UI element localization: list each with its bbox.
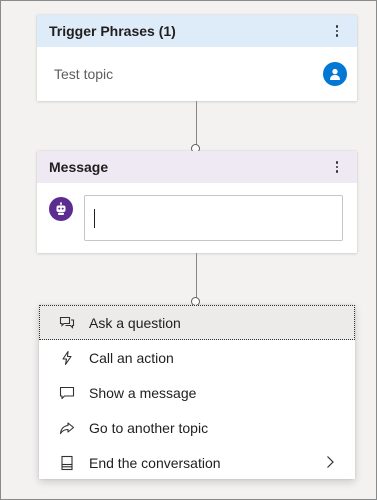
authoring-canvas: Trigger Phrases (1) Test topic Message A… — [0, 0, 377, 500]
question-chat-icon — [59, 315, 75, 331]
share-arrow-icon — [59, 420, 75, 436]
trigger-node-header: Trigger Phrases (1) — [37, 15, 357, 47]
trigger-node-title: Trigger Phrases (1) — [49, 23, 176, 39]
menu-item-end-conversation[interactable]: End the conversation — [39, 445, 355, 480]
trigger-phrase-text: Test topic — [54, 66, 114, 82]
message-node-header: Message — [37, 151, 357, 183]
connector-line — [196, 253, 197, 298]
message-node-title: Message — [49, 159, 109, 175]
trigger-node-body[interactable]: Test topic — [37, 47, 357, 101]
connector-line — [196, 101, 197, 145]
lightning-icon — [59, 350, 75, 366]
menu-item-ask-question[interactable]: Ask a question — [39, 305, 355, 340]
bot-icon — [49, 197, 73, 221]
menu-item-label: Call an action — [89, 349, 174, 366]
menu-item-go-to-topic[interactable]: Go to another topic — [39, 410, 355, 445]
message-node-body — [37, 183, 357, 253]
more-options-icon[interactable] — [329, 157, 345, 177]
add-node-menu: Ask a question Call an action Show a mes… — [39, 305, 355, 479]
chat-bubble-icon — [59, 385, 75, 401]
message-text-input[interactable] — [84, 195, 343, 241]
menu-item-call-action[interactable]: Call an action — [39, 340, 355, 375]
menu-item-show-message[interactable]: Show a message — [39, 375, 355, 410]
text-cursor — [94, 209, 95, 228]
more-options-icon[interactable] — [329, 21, 345, 41]
person-icon — [323, 62, 347, 86]
menu-item-label: Go to another topic — [89, 419, 209, 436]
menu-item-label: Ask a question — [89, 314, 181, 331]
message-node[interactable]: Message — [37, 151, 357, 253]
menu-item-label: Show a message — [89, 384, 197, 401]
trigger-phrases-node[interactable]: Trigger Phrases (1) Test topic — [37, 15, 357, 101]
menu-item-label: End the conversation — [89, 454, 221, 471]
end-conversation-icon — [59, 455, 75, 471]
chevron-right-icon — [325, 455, 335, 472]
